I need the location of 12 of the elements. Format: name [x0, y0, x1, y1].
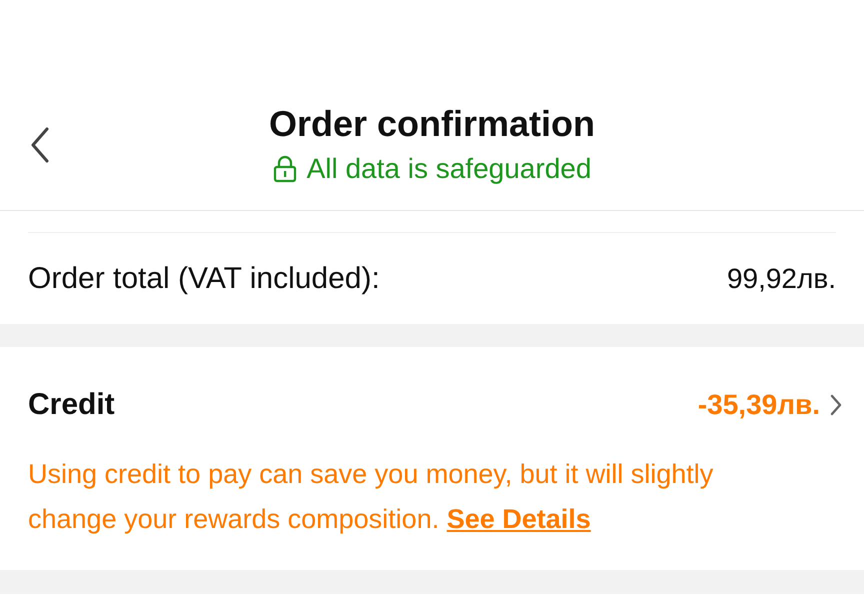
page-title: Order confirmation [268, 102, 596, 146]
credit-label: Credit [28, 388, 115, 422]
security-note: All data is safeguarded [306, 153, 592, 185]
lock-icon [272, 155, 297, 183]
chevron-right-icon [830, 394, 842, 416]
credit-value-button[interactable]: -35,39лв. [698, 389, 842, 421]
order-total-value: 99,92лв. [726, 262, 836, 294]
back-button[interactable] [30, 127, 50, 163]
see-details-link[interactable]: See Details [446, 504, 591, 534]
order-total-label: Order total (VAT included): [28, 262, 380, 296]
back-icon [30, 127, 50, 163]
credit-note: Using credit to pay can save you money, but it will slightly change your rewards composition. See Details [28, 458, 714, 536]
